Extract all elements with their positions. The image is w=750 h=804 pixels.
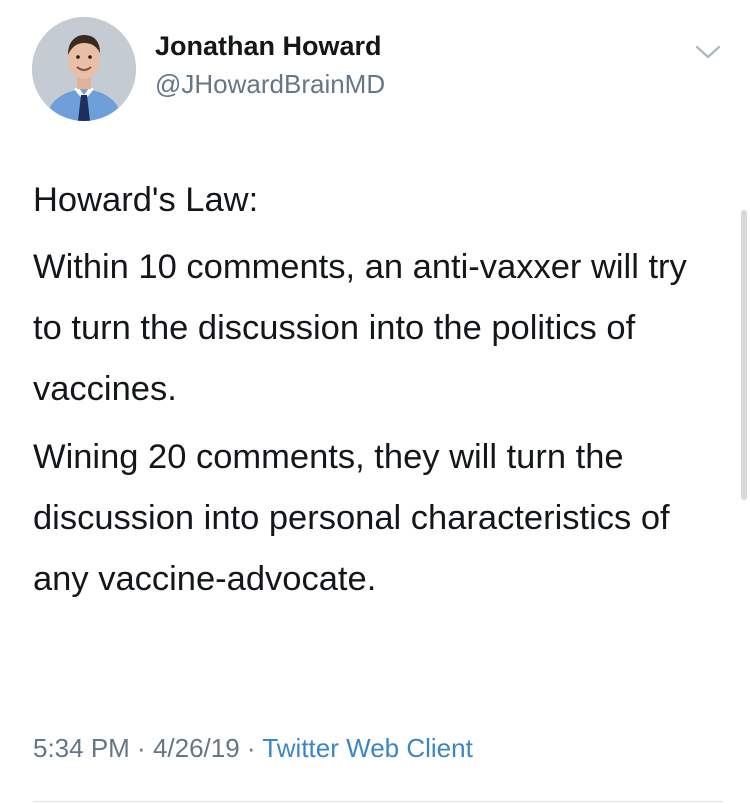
tweet: Jonathan Howard @JHowardBrainMD Howard's… [0, 0, 750, 804]
scrollbar[interactable] [741, 210, 747, 500]
meta-separator: · [129, 733, 153, 763]
author-display-name[interactable]: Jonathan Howard [155, 31, 382, 62]
chevron-down-icon[interactable] [694, 42, 722, 62]
tweet-time: 5:34 PM [33, 733, 130, 763]
tweet-source-link[interactable]: Twitter Web Client [262, 733, 472, 763]
tweet-date: 4/26/19 [152, 733, 240, 763]
tweet-text: Howard's Law: Within 10 comments, an ant… [33, 170, 723, 610]
author-handle[interactable]: @JHowardBrainMD [155, 69, 385, 100]
tweet-paragraph: Howard's Law: [33, 181, 259, 219]
tweet-paragraph: Wining 20 comments, they will turn the d… [33, 438, 670, 598]
divider [33, 801, 723, 802]
tweet-paragraph: Within 10 comments, an anti-vaxxer will … [33, 248, 687, 408]
avatar[interactable] [32, 17, 136, 121]
tweet-meta: 5:34 PM · 4/26/19 · Twitter Web Client [33, 733, 473, 764]
meta-separator: · [239, 733, 263, 763]
